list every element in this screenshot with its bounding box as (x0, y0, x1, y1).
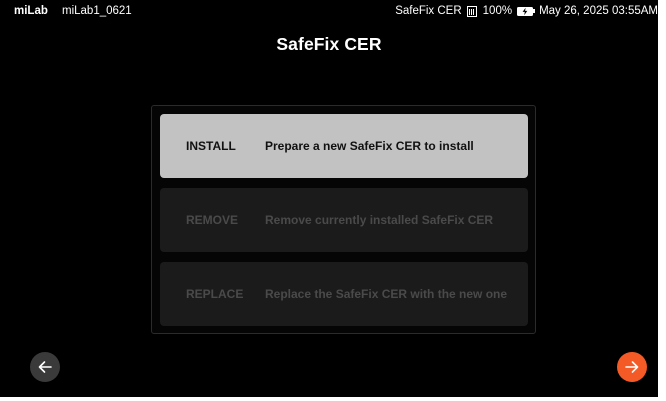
brand-label: miLab (14, 5, 48, 17)
back-button[interactable] (30, 352, 60, 382)
remove-description: Remove currently installed SafeFix CER (265, 213, 494, 227)
screen: miLab miLab1_0621 SafeFix CER 100% May 2… (0, 0, 666, 401)
status-indicators: SafeFix CER 100% May 26, 2025 03:55AM (391, 0, 658, 22)
install-description: Prepare a new SafeFix CER to install (265, 139, 474, 153)
status-bar: miLab miLab1_0621 SafeFix CER 100% May 2… (0, 0, 658, 22)
device-name: miLab1_0621 (62, 5, 132, 17)
arrow-right-icon (625, 361, 639, 373)
page-title: SafeFix CER (276, 34, 382, 54)
battery-charging-icon (517, 6, 536, 16)
install-option[interactable]: INSTALL Prepare a new SafeFix CER to ins… (160, 114, 528, 178)
replace-description: Replace the SafeFix CER with the new one (265, 287, 508, 301)
next-button[interactable] (617, 352, 647, 382)
options-panel: INSTALL Prepare a new SafeFix CER to ins… (151, 105, 536, 334)
screen-edge-right (658, 0, 666, 401)
sim-card-icon (466, 5, 477, 17)
remove-label: REMOVE (186, 213, 239, 227)
arrow-left-icon (38, 361, 52, 373)
replace-label: REPLACE (186, 287, 244, 301)
remove-option[interactable]: REMOVE Remove currently installed SafeFi… (160, 188, 528, 252)
battery-percent: 100% (482, 5, 513, 17)
screen-edge-bottom (0, 397, 666, 401)
cartridge-status: SafeFix CER (395, 5, 462, 17)
datetime: May 26, 2025 03:55AM (539, 5, 658, 17)
replace-option[interactable]: REPLACE Replace the SafeFix CER with the… (160, 262, 528, 326)
install-label: INSTALL (186, 139, 236, 153)
